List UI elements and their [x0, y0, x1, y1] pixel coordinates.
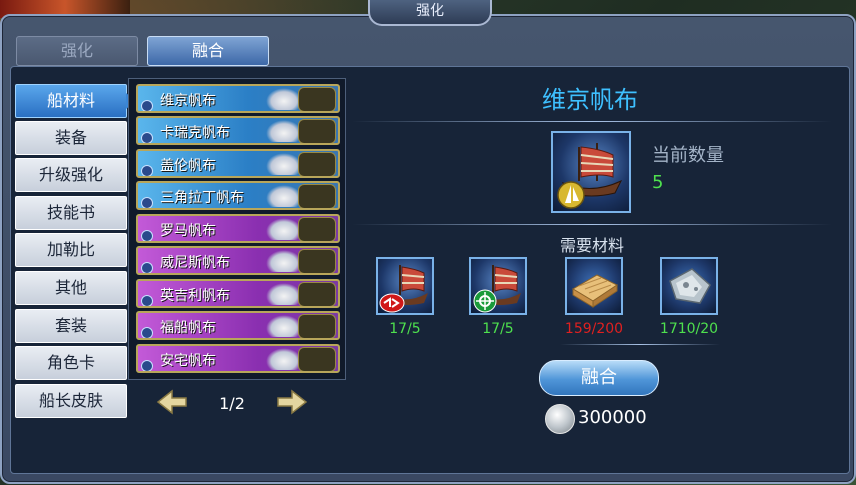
- ship-icon: [266, 218, 302, 240]
- ship-icon: [266, 315, 302, 337]
- item-slot: [298, 152, 336, 176]
- list-item[interactable]: 卡瑞克帆布: [136, 116, 340, 145]
- item-slot: [298, 347, 336, 371]
- iron-ore-icon[interactable]: [660, 257, 718, 315]
- divider: [352, 224, 832, 225]
- list-item[interactable]: 威尼斯帆布: [136, 246, 340, 275]
- list-item[interactable]: 安宅帆布: [136, 344, 340, 373]
- list-item[interactable]: 英吉利帆布: [136, 279, 340, 308]
- ship-icon: [266, 120, 302, 142]
- category-character-cards[interactable]: 角色卡: [15, 346, 127, 380]
- item-label: 罗马帆布: [160, 223, 216, 239]
- anchor-icon: [141, 262, 153, 273]
- item-label: 卡瑞克帆布: [160, 125, 230, 141]
- viking-canvas-icon: [551, 131, 631, 213]
- tab-ronghe[interactable]: 融合: [147, 36, 269, 66]
- item-title: 维京帆布: [542, 86, 638, 114]
- material-count: 17/5: [482, 321, 514, 337]
- ship-icon: [266, 250, 302, 272]
- material-count: 159/200: [564, 321, 624, 337]
- item-label: 安宅帆布: [160, 353, 216, 369]
- category-upgrade[interactable]: 升级强化: [15, 158, 127, 192]
- category-sets[interactable]: 套装: [15, 309, 127, 343]
- category-equipment[interactable]: 装备: [15, 121, 127, 155]
- item-label: 英吉利帆布: [160, 288, 230, 304]
- page-indicator: 1/2: [219, 394, 245, 413]
- item-slot: [298, 184, 336, 208]
- red-ship-icon[interactable]: [376, 257, 434, 315]
- item-slot: [298, 314, 336, 338]
- current-quantity-label: 当前数量: [652, 145, 724, 166]
- item-slot: [298, 119, 336, 143]
- anchor-icon: [141, 165, 153, 176]
- tab-qianghua[interactable]: 强化: [16, 36, 138, 66]
- ship-icon: [266, 185, 302, 207]
- list-item[interactable]: 福船帆布: [136, 311, 340, 340]
- green-ship-icon[interactable]: [469, 257, 527, 315]
- category-skill-books[interactable]: 技能书: [15, 196, 127, 230]
- ship-icon: [266, 153, 302, 175]
- anchor-icon: [141, 327, 153, 338]
- anchor-icon: [141, 360, 153, 371]
- item-slot: [298, 87, 336, 111]
- anchor-icon: [141, 100, 153, 111]
- divider: [352, 121, 832, 122]
- list-item[interactable]: 三角拉丁帆布: [136, 181, 340, 210]
- item-slot: [298, 217, 336, 241]
- item-slot: [298, 282, 336, 306]
- list-item[interactable]: 维京帆布: [136, 84, 340, 113]
- material-count: 17/5: [389, 321, 421, 337]
- list-item[interactable]: 罗马帆布: [136, 214, 340, 243]
- list-item[interactable]: 盖伦帆布: [136, 149, 340, 178]
- fuse-cost: 300000: [578, 407, 647, 428]
- ship-icon: [266, 283, 302, 305]
- divider: [560, 344, 720, 345]
- item-slot: [298, 249, 336, 273]
- ship-icon: [266, 88, 302, 110]
- anchor-icon: [141, 197, 153, 208]
- required-materials-label: 需要材料: [559, 236, 624, 255]
- prev-page-icon[interactable]: [156, 389, 188, 415]
- silver-coin-icon: [545, 404, 575, 434]
- item-label: 三角拉丁帆布: [160, 190, 244, 206]
- next-page-icon[interactable]: [276, 389, 308, 415]
- item-label: 维京帆布: [160, 93, 216, 109]
- item-label: 威尼斯帆布: [160, 255, 230, 271]
- fuse-button[interactable]: 融合: [539, 360, 659, 396]
- anchor-icon: [141, 230, 153, 241]
- category-ship-materials[interactable]: 船材料: [15, 84, 136, 118]
- anchor-icon: [141, 132, 153, 143]
- current-quantity-value: 5: [652, 172, 664, 193]
- anchor-icon: [141, 295, 153, 306]
- window-title: 强化: [368, 0, 492, 26]
- item-label: 福船帆布: [160, 320, 216, 336]
- ship-icon: [266, 348, 302, 370]
- item-label: 盖伦帆布: [160, 158, 216, 174]
- category-caribbean[interactable]: 加勒比: [15, 233, 127, 267]
- category-other[interactable]: 其他: [15, 271, 127, 305]
- wood-plank-icon[interactable]: [565, 257, 623, 315]
- category-captain-skins[interactable]: 船长皮肤: [15, 384, 127, 418]
- material-count: 1710/20: [659, 321, 719, 337]
